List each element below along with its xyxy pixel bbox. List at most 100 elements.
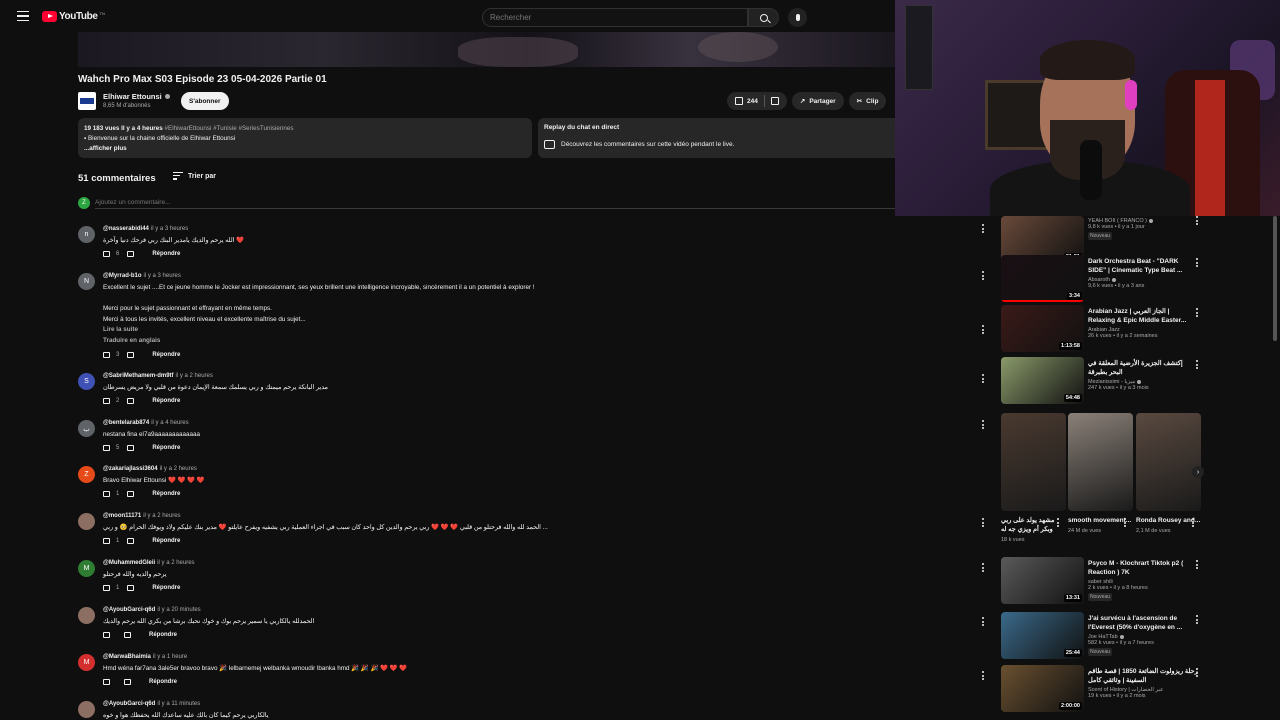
comment-author[interactable]: @AyoubGarci-q6d	[103, 701, 155, 707]
search-button[interactable]	[748, 8, 779, 27]
reply-button[interactable]: Répondre	[152, 538, 180, 544]
comment-time[interactable]: il y a 1 heure	[153, 654, 187, 660]
dislike-icon[interactable]	[127, 352, 135, 358]
comment-time[interactable]: il y a 2 heures	[143, 513, 180, 519]
more-options-icon[interactable]	[982, 671, 986, 682]
more-options-icon[interactable]	[982, 518, 985, 529]
more-options-icon[interactable]	[982, 617, 986, 628]
short-thumbnail[interactable]	[1136, 413, 1201, 511]
video-title[interactable]: Arabian Jazz | الجاز العربي | Relaxing &…	[1088, 308, 1198, 325]
comment-avatar[interactable]: M	[78, 654, 95, 671]
more-options-icon[interactable]	[1196, 360, 1199, 371]
comment-avatar[interactable]: M	[78, 560, 95, 577]
comment-time[interactable]: il y a 3 heures	[151, 226, 188, 232]
chat-replay-panel[interactable]: Replay du chat en direct Découvrez les c…	[538, 118, 895, 158]
more-options-icon[interactable]	[982, 224, 986, 235]
like-icon[interactable]	[103, 537, 110, 544]
video-info[interactable]: Dark Orchestra Beat - "DARK SIDE" | Cine…	[1088, 258, 1198, 289]
channel-avatar[interactable]	[78, 92, 96, 110]
comment-avatar[interactable]: ب	[78, 420, 95, 437]
add-comment-input[interactable]	[95, 197, 895, 209]
video-info[interactable]: YEAH BOII ( FRANCO ) 9,8 k vues • il y a …	[1088, 216, 1198, 240]
more-options-icon[interactable]	[1196, 668, 1199, 679]
short-thumbnail[interactable]	[1068, 413, 1133, 511]
video-title[interactable]: Dark Orchestra Beat - "DARK SIDE" | Cine…	[1088, 258, 1198, 275]
comment-avatar[interactable]	[78, 607, 95, 624]
comment-time[interactable]: il y a 2 heures	[176, 373, 213, 379]
like-icon[interactable]	[103, 444, 110, 451]
description-box[interactable]: 19 183 vues Il y a 4 heures #ElhiwarEtto…	[78, 118, 532, 158]
like-icon[interactable]	[103, 631, 110, 638]
comment-author[interactable]: @MuhammedGleii	[103, 560, 155, 566]
comment-time[interactable]: il y a 2 heures	[157, 560, 194, 566]
comment-avatar[interactable]	[78, 701, 95, 718]
comment-time[interactable]: il y a 3 heures	[144, 273, 181, 279]
more-options-icon[interactable]	[1192, 518, 1195, 529]
more-options-icon[interactable]	[982, 374, 986, 385]
channel-name[interactable]: Elhiwar Ettounsi	[103, 92, 162, 101]
share-button[interactable]: ↗ Partager	[791, 92, 844, 110]
more-options-icon[interactable]	[1196, 560, 1199, 571]
like-icon[interactable]	[103, 490, 110, 497]
comment-author[interactable]: @AyoubGarci-q6d	[103, 607, 155, 613]
subscribe-button[interactable]: S'abonner	[181, 92, 229, 110]
comment-author[interactable]: @MarwaBhaimia	[103, 654, 151, 660]
read-more-link[interactable]: Lire la suite	[103, 325, 535, 336]
video-info[interactable]: رحلة ريزولوت الضائعة 1850 | قصة طاقم الس…	[1088, 668, 1198, 699]
video-title[interactable]: إكتشف الجزيرة الأرضية المعلقة في البحر ب…	[1088, 360, 1198, 377]
video-title[interactable]: Psyco M - Klochrart Tiktok p2 ( Reaction…	[1088, 560, 1198, 577]
voice-search-button[interactable]	[788, 8, 807, 27]
scrollbar[interactable]	[1273, 216, 1277, 341]
reply-button[interactable]: Répondre	[152, 251, 180, 257]
video-thumbnail[interactable]: 25:44	[1001, 612, 1084, 659]
video-title[interactable]: رحلة ريزولوت الضائعة 1850 | قصة طاقم الس…	[1088, 668, 1198, 685]
comment-time[interactable]: il y a 11 minutes	[157, 701, 200, 707]
reply-button[interactable]: Répondre	[152, 491, 180, 497]
dislike-icon[interactable]	[127, 490, 135, 497]
dislike-icon[interactable]	[127, 250, 135, 257]
dislike-icon[interactable]	[127, 444, 135, 451]
comment-time[interactable]: il y a 4 heures	[151, 420, 188, 426]
more-options-icon[interactable]	[982, 563, 986, 574]
dislike-icon[interactable]	[124, 678, 131, 685]
video-thumbnail[interactable]: 2:00:00	[1001, 665, 1084, 712]
comment-avatar[interactable]	[78, 513, 95, 530]
video-info[interactable]: Psyco M - Klochrart Tiktok p2 ( Reaction…	[1088, 560, 1198, 601]
hashtags[interactable]: #ElhiwarEttounsi #Tunisie #SeriesTunisie…	[165, 125, 294, 132]
like-icon[interactable]	[103, 352, 110, 358]
like-icon[interactable]	[103, 678, 110, 685]
reply-button[interactable]: Répondre	[152, 398, 180, 404]
comment-author[interactable]: @Myrrad-b1o	[103, 273, 142, 279]
like-count[interactable]: 244	[747, 98, 758, 105]
comment-avatar[interactable]: n	[78, 226, 95, 243]
comment-author[interactable]: @SabriMethamem-dm9tf	[103, 373, 174, 379]
video-title[interactable]: J'ai survécu à l'ascension de l'Everest …	[1088, 615, 1198, 632]
sort-button[interactable]: Trier par	[173, 172, 216, 182]
translate-link[interactable]: Traduire en anglais	[103, 336, 535, 347]
like-icon[interactable]	[103, 584, 110, 591]
more-options-icon[interactable]	[1196, 258, 1199, 269]
comment-author[interactable]: @bentelarab874	[103, 420, 149, 426]
video-info[interactable]: J'ai survécu à l'ascension de l'Everest …	[1088, 615, 1198, 656]
short-thumbnail[interactable]	[1001, 413, 1066, 511]
more-options-icon[interactable]	[1196, 615, 1199, 626]
more-options-icon[interactable]	[1196, 308, 1199, 319]
menu-icon[interactable]	[17, 11, 29, 22]
dislike-icon[interactable]	[127, 584, 135, 591]
comment-time[interactable]: il y a 2 heures	[160, 466, 197, 472]
comment-author[interactable]: @zakariajlassi3604	[103, 466, 158, 472]
comment-avatar[interactable]: Z	[78, 466, 95, 483]
dislike-icon[interactable]	[127, 537, 135, 544]
show-more-link[interactable]: ...afficher plus	[84, 145, 127, 152]
like-icon[interactable]	[103, 397, 110, 404]
like-icon[interactable]	[735, 97, 743, 105]
video-player[interactable]	[78, 32, 895, 67]
comment-avatar[interactable]: S	[78, 373, 95, 390]
reply-button[interactable]: Répondre	[149, 679, 177, 685]
clip-button[interactable]: ✂ Clip	[848, 92, 887, 110]
reply-button[interactable]: Répondre	[149, 632, 177, 638]
dislike-icon[interactable]	[127, 397, 135, 404]
like-icon[interactable]	[103, 250, 110, 257]
more-options-icon[interactable]	[982, 271, 986, 282]
reply-button[interactable]: Répondre	[152, 445, 180, 451]
